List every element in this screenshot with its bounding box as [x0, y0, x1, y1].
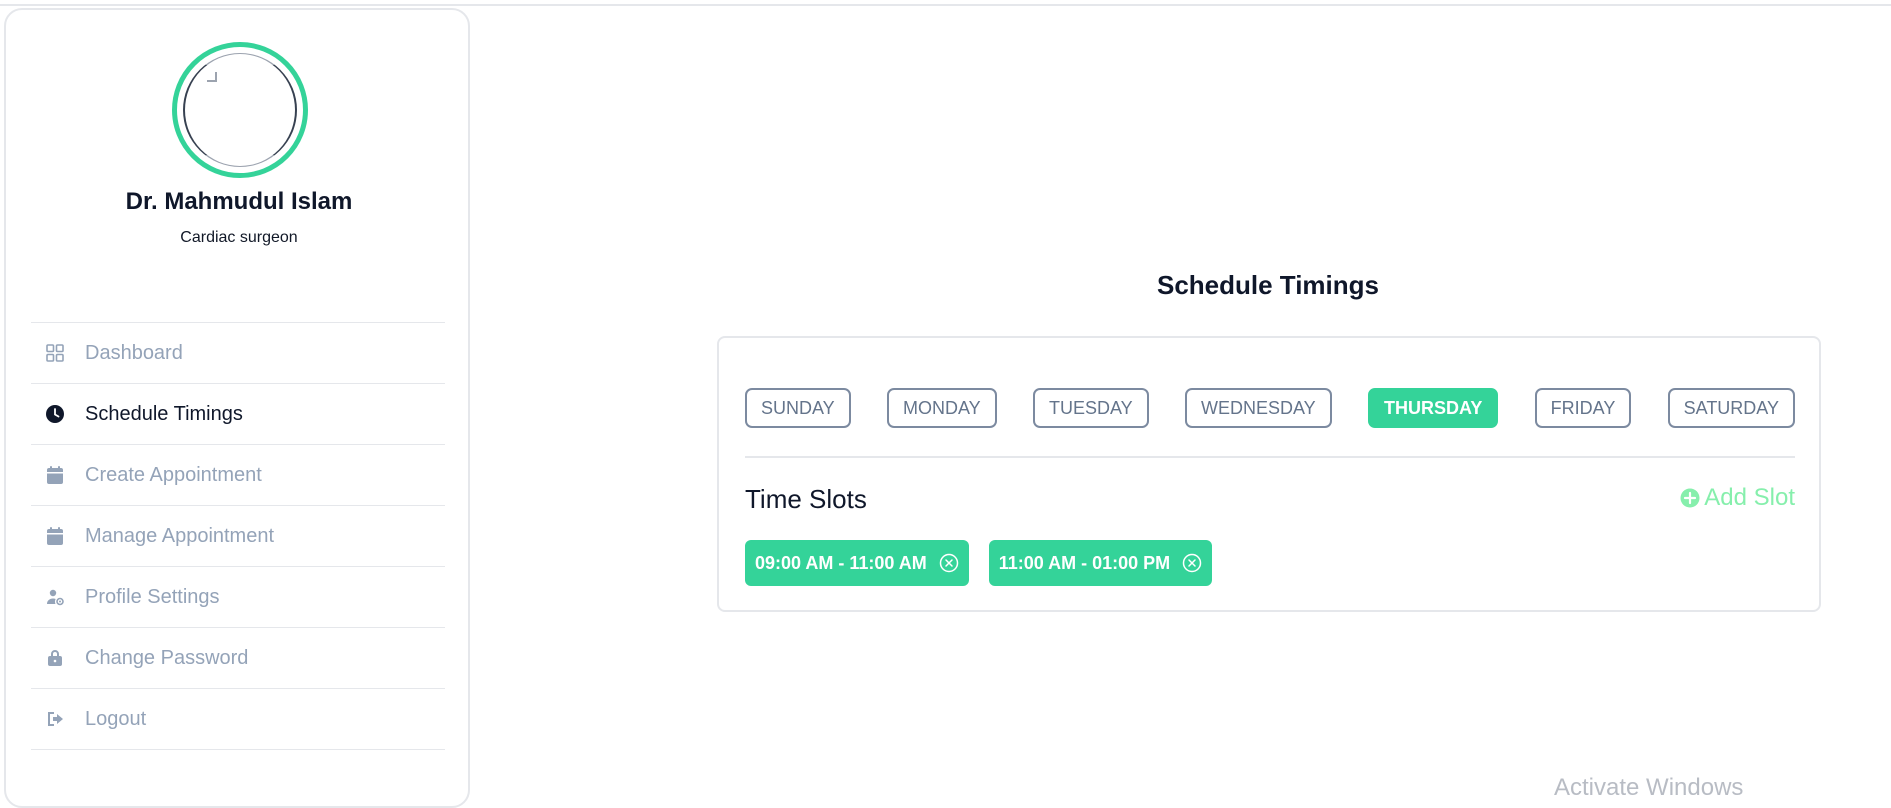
sidebar-item-label: Profile Settings — [85, 585, 220, 608]
time-slot: 11:00 AM - 01:00 PM — [988, 540, 1213, 586]
avatar — [172, 42, 308, 178]
plus-circle-icon — [1680, 488, 1700, 508]
tab-sunday[interactable]: SUNDAY — [745, 388, 851, 428]
sidebar-item-schedule-timings[interactable]: Schedule Timings — [31, 384, 445, 445]
sidebar-item-manage-appointment[interactable]: Manage Appointment — [31, 506, 445, 567]
doctor-name: Dr. Mahmudul Islam — [125, 188, 353, 215]
sidebar-item-label: Change Password — [85, 646, 249, 669]
add-slot-label: Add Slot — [1704, 484, 1795, 511]
time-slot-label: 11:00 AM - 01:00 PM — [998, 552, 1171, 573]
sidebar-item-label: Logout — [85, 707, 147, 730]
tab-tuesday[interactable]: TUESDAY — [1032, 388, 1149, 428]
calendar-icon — [45, 526, 65, 546]
sidebar-item-label: Manage Appointment — [85, 524, 275, 547]
sidebar-item-change-password[interactable]: Change Password — [31, 628, 445, 689]
sidebar: Dr. Mahmudul Islam Cardiac surgeon Dashb… — [4, 8, 470, 808]
broken-image-icon — [207, 72, 217, 82]
remove-slot-icon[interactable] — [939, 553, 959, 573]
calendar-icon — [45, 465, 65, 485]
tab-friday[interactable]: FRIDAY — [1534, 388, 1632, 428]
tab-monday[interactable]: MONDAY — [887, 388, 997, 428]
sidebar-item-label: Dashboard — [85, 341, 183, 364]
time-slots-heading: Time Slots — [745, 484, 867, 514]
sidebar-nav: Dashboard Schedule Timings Create Appoin… — [31, 322, 445, 750]
tab-saturday[interactable]: SATURDAY — [1667, 388, 1795, 428]
grid-icon — [45, 343, 65, 363]
remove-slot-icon[interactable] — [1182, 553, 1202, 573]
time-slot-list: 09:00 AM - 11:00 AM 11:00 AM - 01:00 PM — [745, 540, 1213, 586]
tab-wednesday[interactable]: WEDNESDAY — [1184, 388, 1332, 428]
time-slot-label: 09:00 AM - 11:00 AM — [755, 552, 927, 573]
doctor-specialty: Cardiac surgeon — [180, 229, 298, 246]
sidebar-item-dashboard[interactable]: Dashboard — [31, 323, 445, 384]
time-slot: 09:00 AM - 11:00 AM — [745, 540, 969, 586]
sidebar-item-label: Create Appointment — [85, 463, 262, 486]
sidebar-item-profile-settings[interactable]: Profile Settings — [31, 567, 445, 628]
sidebar-item-create-appointment[interactable]: Create Appointment — [31, 445, 445, 506]
windows-activation-watermark: Activate Windows — [1554, 774, 1744, 801]
page-title: Schedule Timings — [1156, 270, 1379, 300]
user-cog-icon — [45, 587, 65, 607]
schedule-card: SUNDAY MONDAY TUESDAY WEDNESDAY THURSDAY… — [717, 336, 1821, 612]
add-slot-button[interactable]: Add Slot — [1680, 484, 1795, 512]
lock-icon — [45, 648, 65, 668]
sidebar-item-logout[interactable]: Logout — [31, 689, 445, 750]
sidebar-item-label: Schedule Timings — [85, 402, 243, 425]
clock-icon — [45, 404, 65, 424]
top-divider — [0, 0, 1891, 6]
day-tabs: SUNDAY MONDAY TUESDAY WEDNESDAY THURSDAY… — [745, 388, 1795, 458]
logout-icon — [45, 709, 65, 729]
tab-thursday[interactable]: THURSDAY — [1367, 388, 1499, 428]
avatar-image — [183, 53, 297, 167]
